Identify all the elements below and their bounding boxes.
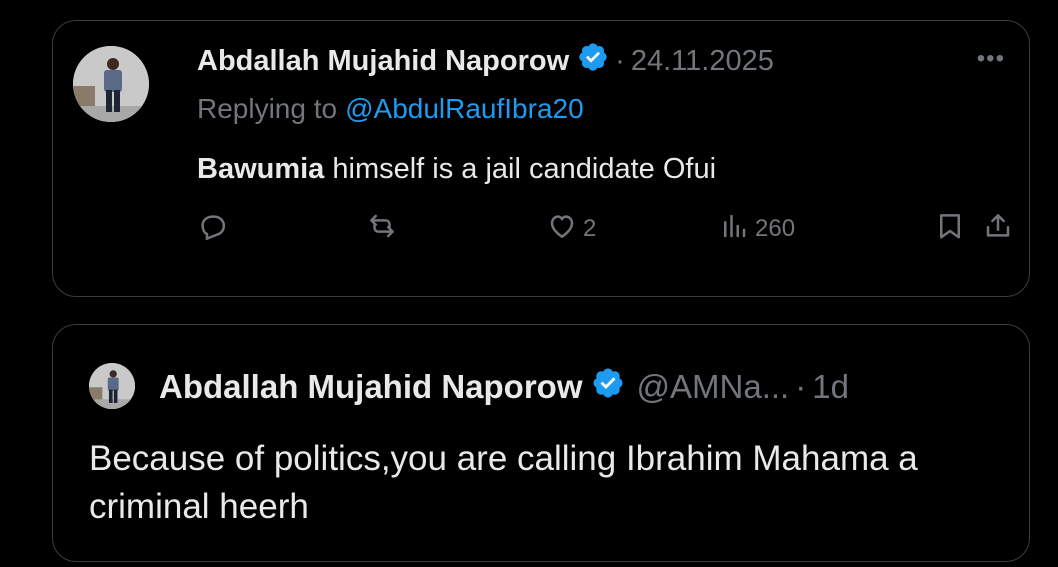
reply-icon: [197, 211, 227, 248]
tweet-date[interactable]: 24.11.2025: [631, 45, 774, 78]
retweet-button[interactable]: [367, 209, 403, 249]
action-bar: 2 260: [197, 209, 1010, 249]
tweet-text-bold: Bawumia: [197, 153, 325, 185]
quoted-author-line: Abdallah Mujahid Naporow @AMNa... · 1d: [159, 367, 849, 407]
like-button[interactable]: 2: [547, 209, 596, 249]
share-button[interactable]: [983, 209, 1013, 249]
views-count: 260: [755, 215, 796, 242]
bookmark-button[interactable]: [935, 209, 965, 249]
reply-tweet-card[interactable]: Abdallah Mujahid Naporow · 24.11.2025 ••…: [52, 20, 1030, 297]
quoted-author-name[interactable]: Abdallah Mujahid Naporow: [159, 368, 583, 406]
replying-to-handle[interactable]: @AbdulRaufIbra20: [345, 93, 584, 124]
author-line: Abdallah Mujahid Naporow · 24.11.2025: [197, 41, 774, 81]
views-icon: [719, 211, 749, 248]
like-icon: [547, 211, 577, 248]
author-avatar[interactable]: [73, 46, 149, 122]
quoted-tweet-text: Because of politics,you are calling Ibra…: [89, 439, 918, 526]
verified-badge-icon: [577, 41, 609, 81]
screenshot: Abdallah Mujahid Naporow · 24.11.2025 ••…: [0, 0, 1058, 567]
quoted-author-handle[interactable]: @AMNa...: [637, 368, 790, 406]
replying-to-label: Replying to: [197, 93, 338, 124]
author-name[interactable]: Abdallah Mujahid Naporow: [197, 45, 569, 78]
share-icon: [983, 211, 1013, 248]
tweet-text-rest: himself is a jail candidate Ofui: [324, 153, 717, 185]
more-icon[interactable]: •••: [977, 45, 1005, 73]
quoted-author-avatar[interactable]: [89, 363, 135, 409]
replying-to-line: Replying to @AbdulRaufIbra20: [197, 93, 584, 125]
quoted-tweet-time[interactable]: 1d: [812, 368, 849, 406]
like-count: 2: [583, 215, 597, 242]
verified-badge-icon: [591, 366, 625, 408]
reply-button[interactable]: [197, 209, 233, 249]
tweet-text: Bawumia himself is a jail candidate Ofui: [197, 153, 716, 186]
bookmark-icon: [935, 211, 965, 248]
quoted-tweet-card[interactable]: Abdallah Mujahid Naporow @AMNa... · 1d B…: [52, 324, 1030, 562]
retweet-icon: [367, 211, 397, 248]
views-button[interactable]: 260: [719, 209, 795, 249]
dot-separator: ·: [615, 44, 625, 77]
dot-separator: ·: [795, 368, 807, 405]
